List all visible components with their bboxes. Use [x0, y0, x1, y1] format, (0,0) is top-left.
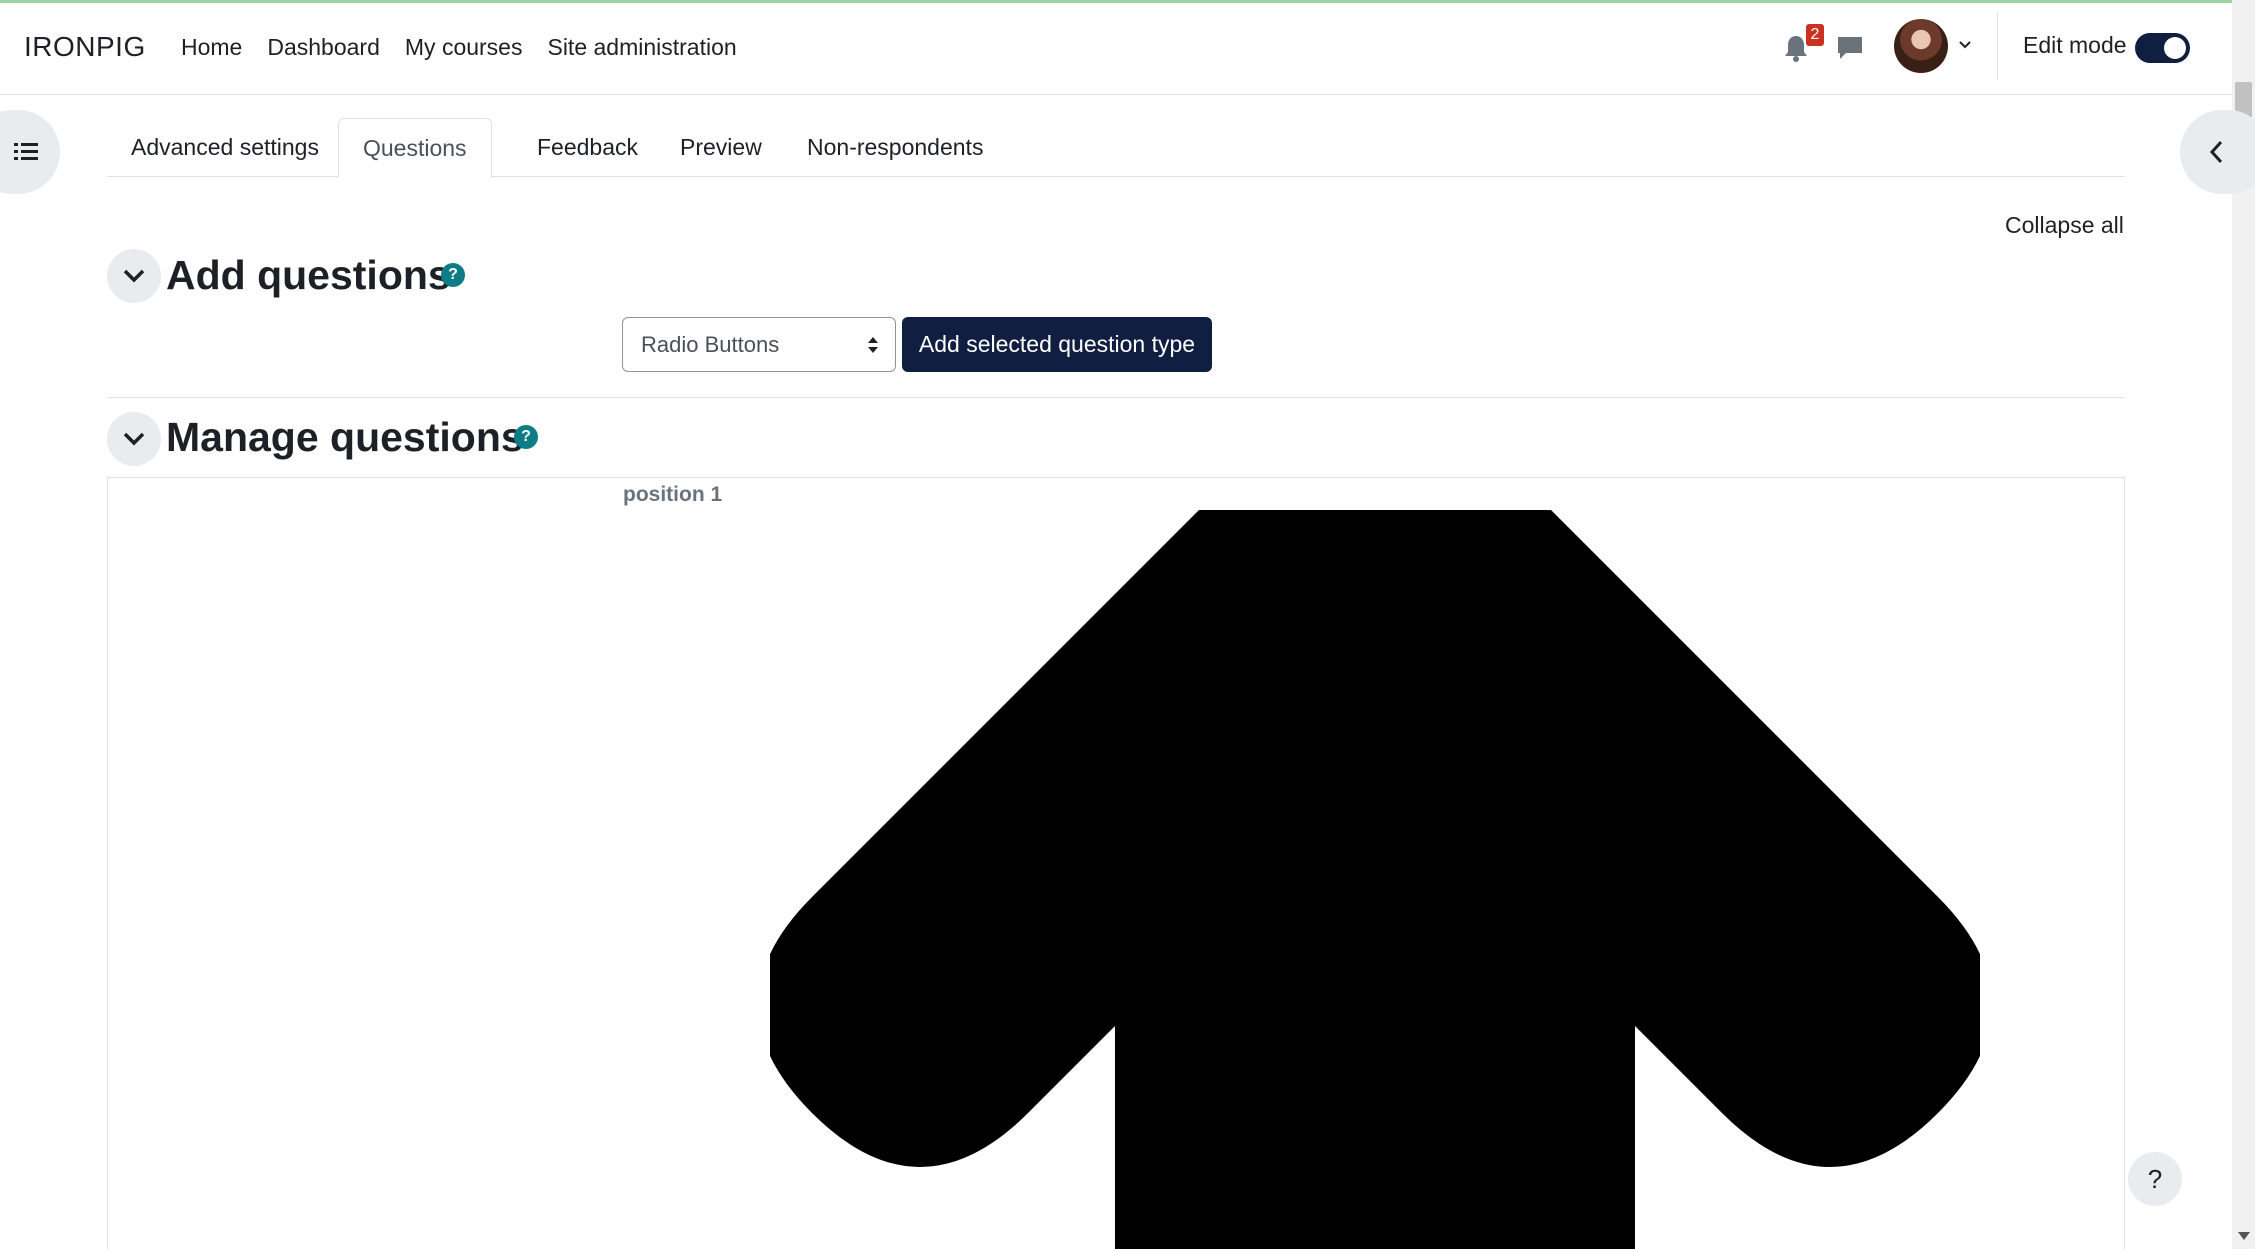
help-footer-button[interactable]: ? [2128, 1152, 2182, 1206]
tab-non-respondents[interactable]: Non-respondents [783, 118, 1007, 177]
navbar-divider [1997, 12, 1998, 80]
question-type-select-value: Radio Buttons [641, 332, 780, 357]
feedback-tabs: Advanced settings Questions Feedback Pre… [107, 118, 2125, 178]
manage-questions-collapse-toggle[interactable] [107, 412, 161, 466]
chevron-down-icon [123, 432, 145, 446]
nav-link-site-administration[interactable]: Site administration [547, 34, 736, 61]
primary-navigation: Home Dashboard My courses Site administr… [181, 34, 762, 61]
notification-count-badge: 2 [1806, 24, 1824, 46]
nav-link-dashboard[interactable]: Dashboard [267, 34, 380, 61]
user-avatar[interactable] [1894, 19, 1948, 73]
add-selected-question-type-button[interactable]: Add selected question type [902, 317, 1212, 372]
list-icon [14, 143, 38, 160]
add-questions-heading: Add questions [166, 252, 451, 298]
section-divider [107, 397, 2125, 398]
question-type-select[interactable]: Radio Buttons [622, 317, 896, 372]
edit-mode-label: Edit mode [2023, 32, 2127, 58]
add-questions-collapse-toggle[interactable] [107, 249, 161, 303]
toggle-knob [2164, 37, 2186, 59]
edit-mode-toggle[interactable] [2135, 33, 2190, 63]
question-icon[interactable]: ? [514, 425, 538, 449]
message-icon[interactable] [1836, 35, 1864, 61]
nav-link-my-courses[interactable]: My courses [405, 34, 523, 61]
course-index-drawer-toggle[interactable] [0, 110, 60, 194]
tab-preview[interactable]: Preview [656, 118, 786, 177]
tab-feedback[interactable]: Feedback [513, 118, 662, 177]
select-arrows-icon [868, 337, 878, 353]
chevron-left-icon [2209, 140, 2223, 164]
tab-advanced-settings[interactable]: Advanced settings [107, 118, 343, 177]
site-brand[interactable]: IRONPIG [24, 31, 146, 63]
manage-questions-heading: Manage questions [166, 414, 524, 460]
block-drawer-toggle[interactable] [2180, 110, 2255, 194]
chevron-down-icon [123, 269, 145, 283]
nav-link-home[interactable]: Home [181, 34, 242, 61]
tab-questions[interactable]: Questions [338, 118, 492, 178]
arrow-up-icon[interactable] [770, 510, 1980, 1249]
chevron-down-icon[interactable] [1958, 38, 1972, 52]
position-label: position 1 [623, 483, 723, 506]
scroll-down-arrow[interactable] [2238, 1232, 2250, 1240]
question-icon[interactable]: ? [441, 263, 465, 287]
collapse-all-link[interactable]: Collapse all [2005, 212, 2124, 239]
